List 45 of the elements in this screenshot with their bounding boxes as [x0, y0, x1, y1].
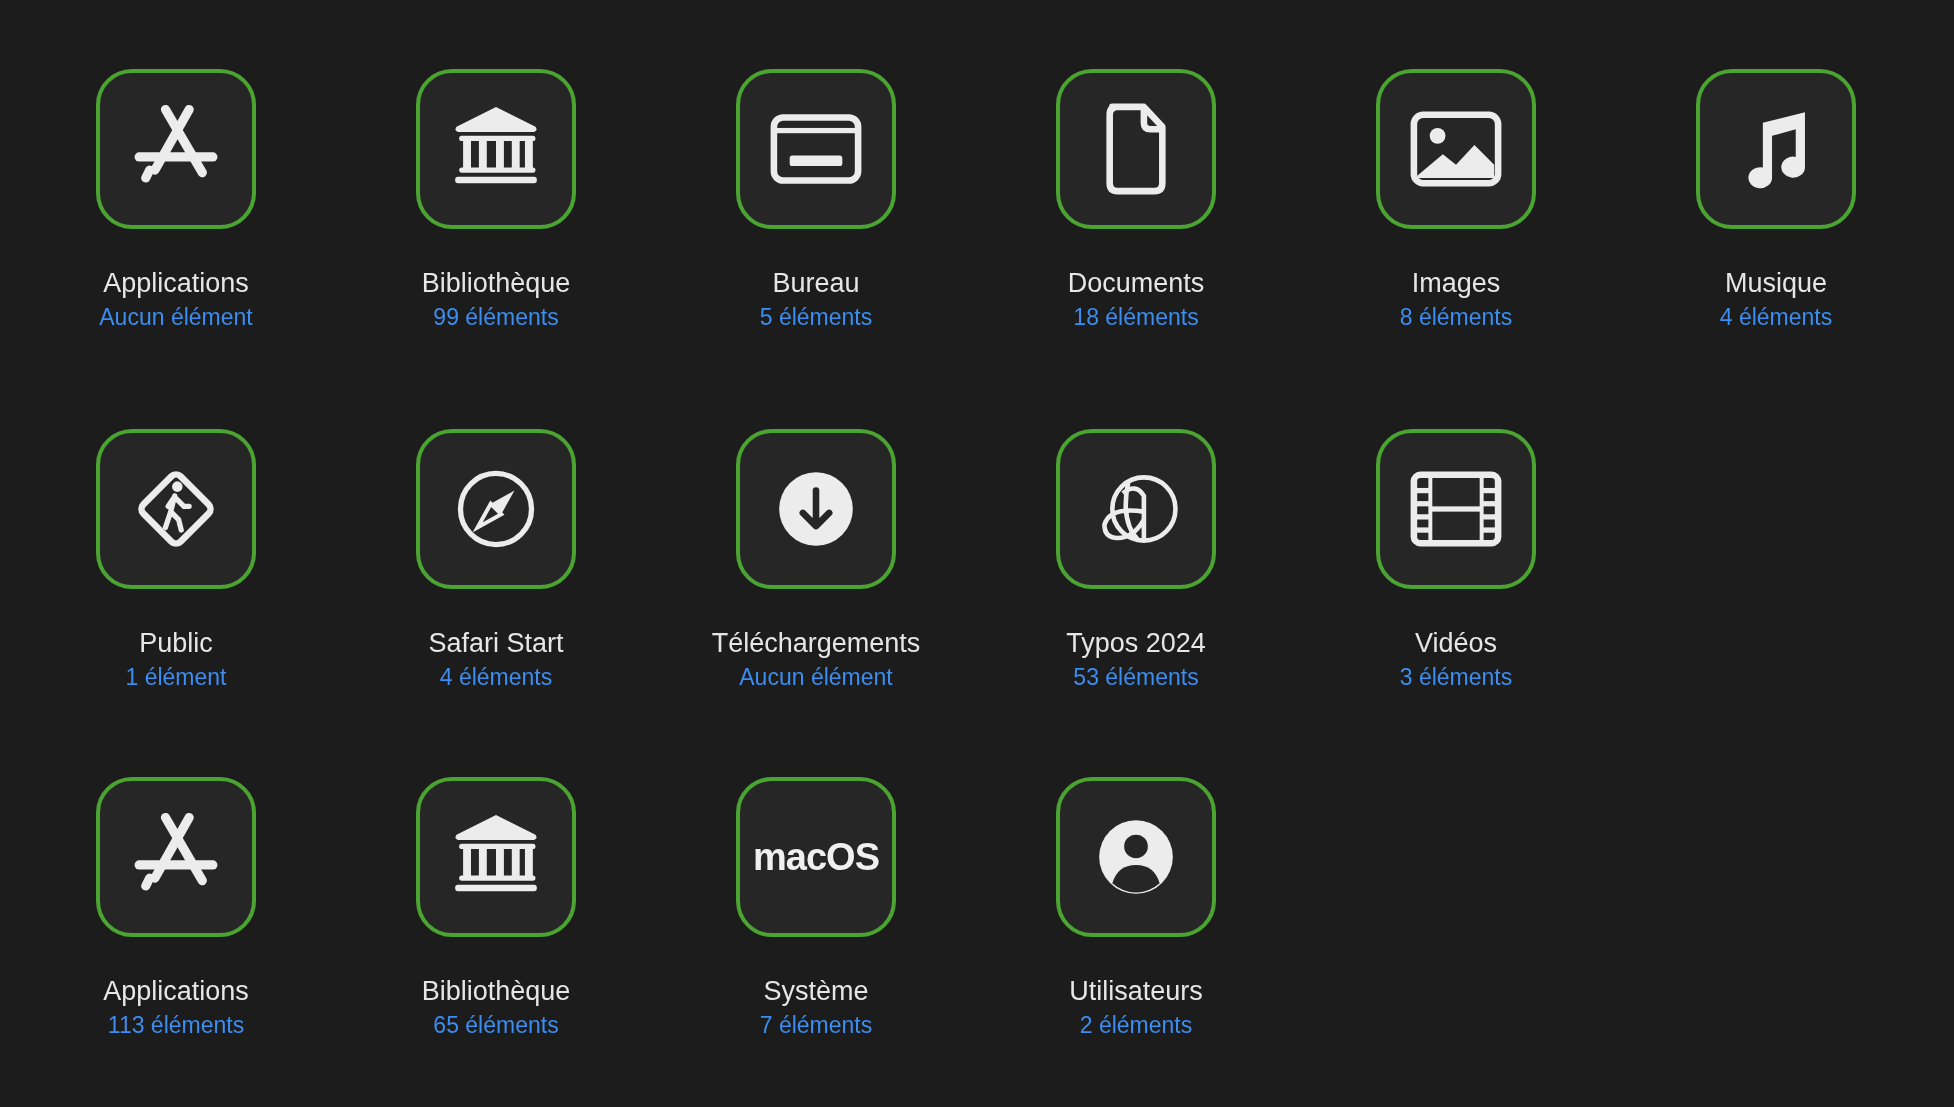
folder-tile[interactable] [736, 429, 896, 589]
item-count: 3 éléments [1399, 663, 1513, 692]
item-count: 5 éléments [759, 303, 873, 332]
folder-tile[interactable] [416, 429, 576, 589]
folder-name: Documents [1067, 267, 1205, 299]
folder-tile[interactable] [736, 69, 896, 229]
item-count: 65 éléments [433, 1011, 559, 1040]
folder-tile[interactable] [1696, 69, 1856, 229]
folder-tile[interactable] [1056, 69, 1216, 229]
folder-name: Musique [1724, 267, 1828, 299]
folder-name: Typos 2024 [1066, 627, 1206, 659]
item-count: 4 éléments [439, 663, 553, 692]
folder-tile[interactable] [96, 429, 256, 589]
folder-tile[interactable] [1056, 777, 1216, 937]
folder-tile[interactable] [96, 777, 256, 937]
item-count: 4 éléments [1719, 303, 1833, 332]
item-count: 53 éléments [1073, 663, 1199, 692]
folder-name: Applications [103, 975, 249, 1007]
folder-name: Images [1411, 267, 1501, 299]
item-count: Aucun élément [99, 303, 253, 332]
folder-name: Public [139, 627, 213, 659]
folder-tile[interactable] [1376, 69, 1536, 229]
folder-name: Utilisateurs [1069, 975, 1203, 1007]
item-count: 1 élément [125, 663, 227, 692]
folder-name: Safari Start [428, 627, 564, 659]
folder-name: Bibliothèque [421, 267, 571, 299]
folder-tile[interactable]: macOS [736, 777, 896, 937]
folder-name: Applications [103, 267, 249, 299]
folder-name: Système [763, 975, 869, 1007]
folder-tile[interactable] [96, 69, 256, 229]
folder-name: Téléchargements [711, 627, 921, 659]
item-count: 2 éléments [1079, 1011, 1193, 1040]
folder-name: Vidéos [1414, 627, 1498, 659]
folder-tile[interactable] [416, 777, 576, 937]
folder-name: Bureau [772, 267, 860, 299]
folder-tile[interactable] [416, 69, 576, 229]
item-count: 18 éléments [1073, 303, 1199, 332]
item-count: Aucun élément [739, 663, 893, 692]
item-count: 8 éléments [1399, 303, 1513, 332]
folder-tile[interactable] [1056, 429, 1216, 589]
item-count: 99 éléments [433, 303, 559, 332]
item-count: 7 éléments [759, 1011, 873, 1040]
folder-tile[interactable] [1376, 429, 1536, 589]
folder-name: Bibliothèque [421, 975, 571, 1007]
item-count: 113 éléments [107, 1011, 245, 1040]
